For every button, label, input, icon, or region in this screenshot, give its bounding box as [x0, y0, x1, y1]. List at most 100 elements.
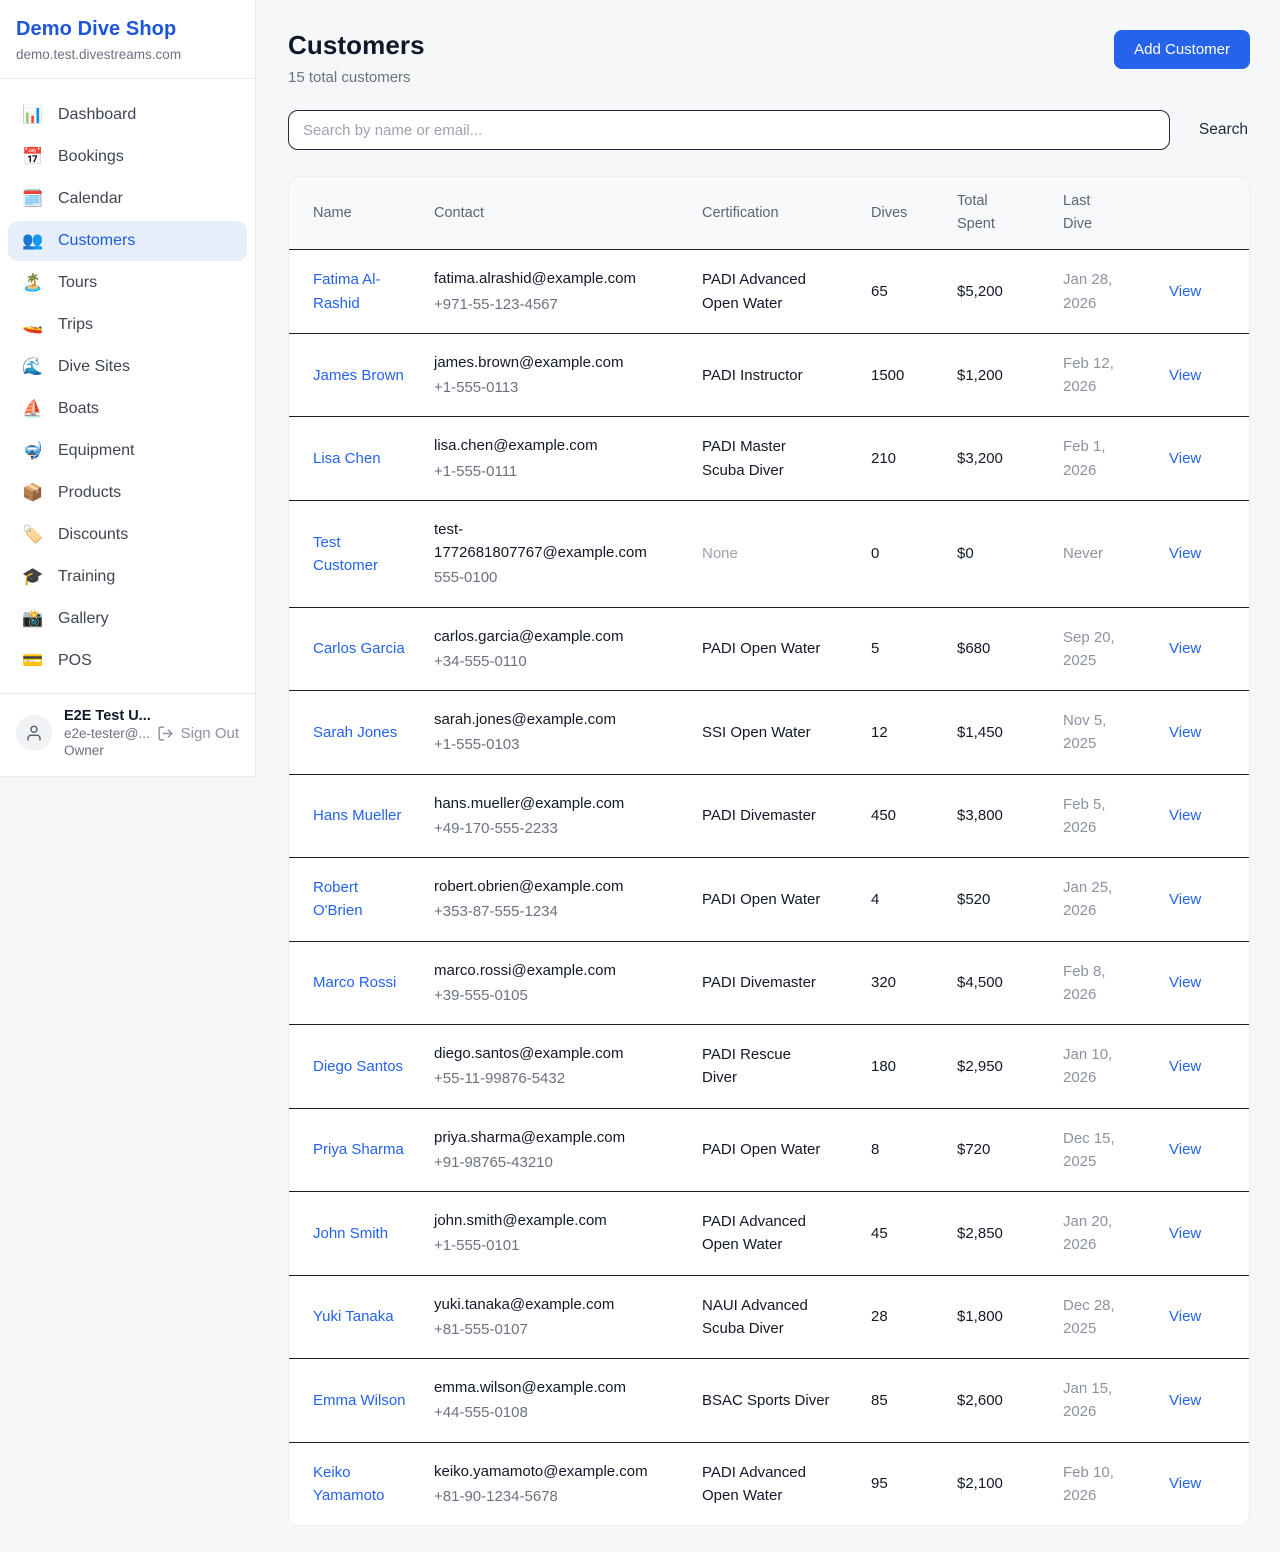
total-spent: $720: [957, 1121, 1063, 1178]
customer-phone: +39-555-0105: [434, 984, 686, 1007]
view-link[interactable]: View: [1169, 283, 1201, 300]
view-link[interactable]: View: [1169, 974, 1201, 991]
sidebar-item-pos[interactable]: 💳 POS: [8, 641, 247, 681]
customer-name-link[interactable]: Fatima Al-Rashid: [313, 268, 407, 315]
customer-email: fatima.alrashid@example.com: [434, 267, 648, 290]
view-link[interactable]: View: [1169, 545, 1201, 562]
sidebar-item-boats[interactable]: ⛵ Boats: [8, 389, 247, 429]
sidebar-item-label: Products: [58, 484, 121, 502]
view-link[interactable]: View: [1169, 1475, 1201, 1492]
search-input[interactable]: [288, 110, 1170, 150]
last-dive-date: Feb 1, 2026: [1063, 435, 1125, 482]
view-link[interactable]: View: [1169, 1141, 1201, 1158]
sign-out-button[interactable]: Sign Out: [157, 725, 239, 742]
customer-phone: +353-87-555-1234: [434, 900, 686, 923]
customer-name-link[interactable]: John Smith: [313, 1222, 388, 1245]
customer-name-link[interactable]: Carlos Garcia: [313, 637, 405, 660]
customer-phone: +44-555-0108: [434, 1401, 686, 1424]
sidebar-item-trips[interactable]: 🚤 Trips: [8, 305, 247, 345]
sidebar-item-equipment[interactable]: 🤿 Equipment: [8, 431, 247, 471]
table-row: Fatima Al-Rashid fatima.alrashid@example…: [289, 250, 1249, 334]
total-spent: $520: [957, 871, 1063, 928]
equipment-icon: 🤿: [22, 441, 44, 461]
sidebar-item-calendar[interactable]: 🗓️ Calendar: [8, 179, 247, 219]
view-link[interactable]: View: [1169, 1392, 1201, 1409]
column-header: Contact: [434, 189, 702, 238]
certification: PADI Master Scuba Diver: [702, 435, 830, 482]
certification: PADI Advanced Open Water: [702, 1210, 830, 1257]
view-link[interactable]: View: [1169, 1225, 1201, 1242]
sidebar-item-label: Dashboard: [58, 106, 136, 124]
customer-name-link[interactable]: Robert O'Brien: [313, 876, 407, 923]
sidebar-item-products[interactable]: 📦 Products: [8, 473, 247, 513]
gallery-icon: 📸: [22, 609, 44, 629]
sidebar-item-bookings[interactable]: 📅 Bookings: [8, 137, 247, 177]
logout-icon: [157, 725, 174, 742]
sidebar-item-tours[interactable]: 🏝️ Tours: [8, 263, 247, 303]
search-button[interactable]: Search: [1197, 115, 1250, 145]
table-row: Marco Rossi marco.rossi@example.com +39-…: [289, 942, 1249, 1026]
total-spent: $1,800: [957, 1288, 1063, 1345]
view-link[interactable]: View: [1169, 367, 1201, 384]
customer-email: marco.rossi@example.com: [434, 959, 648, 982]
dives-count: 12: [871, 704, 957, 761]
total-spent: $680: [957, 620, 1063, 677]
total-spent: $2,100: [957, 1455, 1063, 1512]
last-dive-date: Feb 12, 2026: [1063, 352, 1125, 399]
view-link[interactable]: View: [1169, 640, 1201, 657]
sidebar-item-label: Bookings: [58, 148, 124, 166]
dives-count: 180: [871, 1038, 957, 1095]
certification: PADI Instructor: [702, 364, 803, 387]
table-row: Hans Mueller hans.mueller@example.com +4…: [289, 775, 1249, 859]
dives-count: 320: [871, 954, 957, 1011]
customer-count: 15 total customers: [288, 69, 425, 86]
customer-email: emma.wilson@example.com: [434, 1376, 648, 1399]
total-spent: $1,200: [957, 347, 1063, 404]
certification: PADI Advanced Open Water: [702, 268, 830, 315]
customer-name-link[interactable]: Yuki Tanaka: [313, 1305, 394, 1328]
user-section: E2E Test U... e2e-tester@... Owner Sign …: [0, 693, 255, 776]
customer-name-link[interactable]: Diego Santos: [313, 1055, 403, 1078]
dives-count: 65: [871, 263, 957, 320]
view-link[interactable]: View: [1169, 450, 1201, 467]
sidebar-item-training[interactable]: 🎓 Training: [8, 557, 247, 597]
last-dive-date: Feb 8, 2026: [1063, 960, 1125, 1007]
customer-phone: +1-555-0101: [434, 1234, 686, 1257]
add-customer-button[interactable]: Add Customer: [1114, 30, 1250, 69]
view-link[interactable]: View: [1169, 724, 1201, 741]
certification: PADI Open Water: [702, 637, 820, 660]
customer-name-link[interactable]: Test Customer: [313, 531, 407, 578]
dives-count: 210: [871, 430, 957, 487]
customer-phone: +34-555-0110: [434, 650, 686, 673]
customer-name-link[interactable]: Lisa Chen: [313, 447, 381, 470]
view-link[interactable]: View: [1169, 891, 1201, 908]
customer-phone: +1-555-0111: [434, 460, 686, 483]
sidebar-item-discounts[interactable]: 🏷️ Discounts: [8, 515, 247, 555]
sidebar-item-label: Training: [58, 568, 115, 586]
view-link[interactable]: View: [1169, 1308, 1201, 1325]
customer-name-link[interactable]: Keiko Yamamoto: [313, 1461, 407, 1508]
customer-name-link[interactable]: Priya Sharma: [313, 1138, 404, 1161]
customer-name-link[interactable]: Hans Mueller: [313, 804, 401, 827]
view-link[interactable]: View: [1169, 807, 1201, 824]
customer-name-link[interactable]: James Brown: [313, 364, 404, 387]
last-dive-date: Feb 5, 2026: [1063, 793, 1125, 840]
boats-icon: ⛵: [22, 399, 44, 419]
sidebar-item-dashboard[interactable]: 📊 Dashboard: [8, 95, 247, 135]
customer-name-link[interactable]: Sarah Jones: [313, 721, 397, 744]
sidebar-item-label: Trips: [58, 316, 93, 334]
sidebar-item-label: POS: [58, 652, 92, 670]
person-icon: [25, 724, 43, 742]
table-row: Carlos Garcia carlos.garcia@example.com …: [289, 608, 1249, 692]
sidebar-item-dive-sites[interactable]: 🌊 Dive Sites: [8, 347, 247, 387]
view-link[interactable]: View: [1169, 1058, 1201, 1075]
customer-name-link[interactable]: Marco Rossi: [313, 971, 396, 994]
customer-name-link[interactable]: Emma Wilson: [313, 1389, 406, 1412]
products-icon: 📦: [22, 483, 44, 503]
total-spent: $3,800: [957, 787, 1063, 844]
sidebar-item-gallery[interactable]: 📸 Gallery: [8, 599, 247, 639]
table-row: Robert O'Brien robert.obrien@example.com…: [289, 858, 1249, 942]
sidebar-item-customers[interactable]: 👥 Customers: [8, 221, 247, 261]
certification: PADI Open Water: [702, 1138, 820, 1161]
column-header: Last Dive: [1063, 177, 1169, 249]
